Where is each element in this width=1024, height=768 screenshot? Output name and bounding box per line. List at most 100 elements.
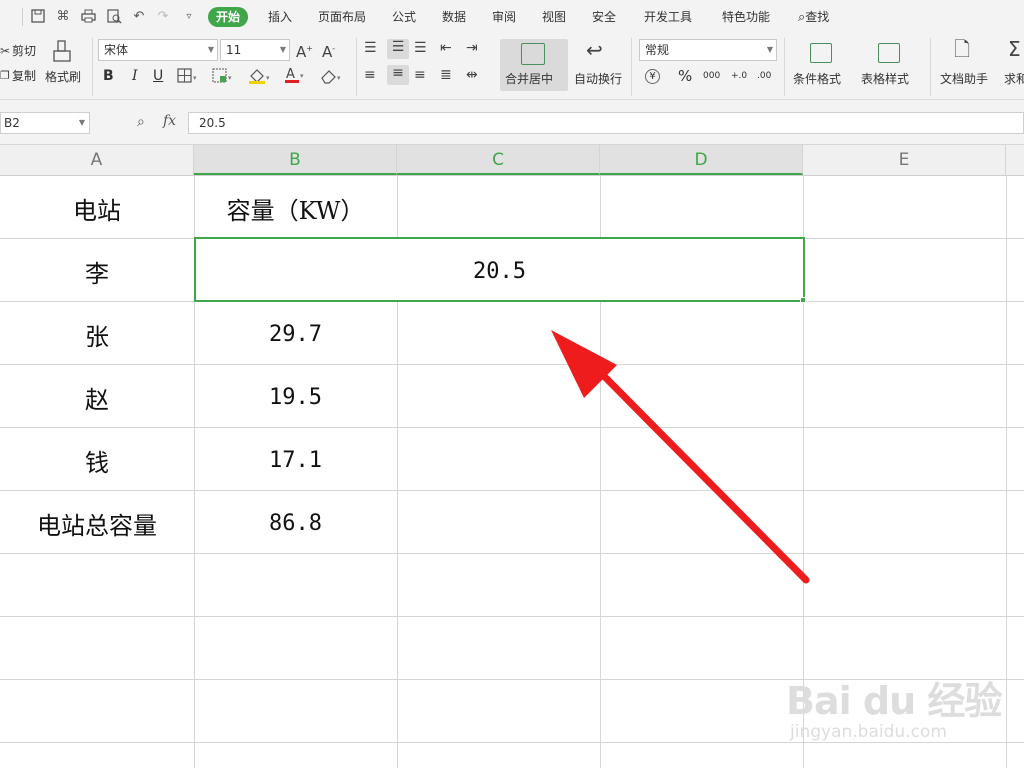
print-preview-icon[interactable] [106, 9, 122, 25]
cell-a2[interactable]: 李 [0, 240, 194, 302]
name-box-value: B2 [4, 116, 20, 130]
merge-center-button[interactable]: 合并居中 [500, 39, 568, 91]
align-bottom-icon[interactable]: ☰ [414, 40, 427, 56]
cell-a4[interactable]: 赵 [0, 366, 194, 428]
cell-b4[interactable]: 19.5 [194, 366, 397, 428]
doc-assistant-icon: 🗋 [954, 37, 971, 61]
italic-button[interactable]: I [132, 69, 138, 83]
redo-icon[interactable]: ↷ [155, 9, 171, 25]
svg-text:▾: ▾ [228, 74, 232, 82]
tab-page-layout[interactable]: 页面布局 [318, 9, 366, 25]
separator [784, 38, 785, 96]
fill-pattern-icon[interactable]: ▾ [212, 68, 234, 88]
distribute-icon[interactable]: ⇹ [466, 67, 478, 83]
cell-a6[interactable]: 电站总容量 [0, 492, 194, 554]
fill-color-icon[interactable]: ▾ [248, 68, 272, 88]
thousands-button[interactable]: 000 [703, 69, 720, 83]
svg-text:▾: ▾ [337, 74, 341, 82]
table-style-icon [878, 43, 900, 63]
clear-format-icon[interactable]: ▾ [320, 68, 344, 88]
align-top-icon[interactable]: ☰ [364, 40, 377, 56]
copy-icon[interactable]: ❐ [0, 68, 10, 84]
doc-assistant-button[interactable]: 🗋 文档助手 [936, 39, 994, 91]
column-header-c[interactable]: C [397, 145, 600, 175]
zoom-formula-icon[interactable]: ⌕ [137, 114, 145, 130]
column-header-a[interactable]: A [0, 145, 194, 175]
font-name-select[interactable]: 宋体 ▼ [98, 39, 218, 61]
align-right-icon[interactable]: ≡ [414, 67, 426, 83]
cell-b5[interactable]: 17.1 [194, 429, 397, 491]
undo-icon[interactable]: ↶ [131, 9, 147, 25]
cell-b3[interactable]: 29.7 [194, 303, 397, 365]
tab-developer[interactable]: 开发工具 [644, 9, 692, 25]
increase-decimal-button[interactable]: +.0 [731, 69, 747, 83]
search-label: 查找 [805, 10, 830, 24]
justify-icon[interactable]: ≣ [440, 67, 452, 83]
increase-indent-icon[interactable]: ⇥ [466, 40, 478, 56]
number-format-select[interactable]: 常规 ▼ [639, 39, 777, 61]
column-header-d[interactable]: D [600, 145, 803, 175]
wrap-text-button[interactable]: ↩ 自动换行 [572, 39, 624, 91]
doc-assistant-label: 文档助手 [940, 72, 989, 86]
brush-icon[interactable]: ⌘ [55, 9, 71, 25]
chevron-down-icon: ▼ [78, 118, 85, 127]
format-painter-button[interactable]: 格式刷 [45, 70, 81, 84]
align-left-icon[interactable]: ≡ [364, 67, 376, 83]
svg-text:A: A [286, 67, 295, 82]
tab-data[interactable]: 数据 [442, 9, 466, 25]
underline-button[interactable]: U [153, 69, 163, 83]
decrease-font-icon[interactable]: A- [322, 41, 335, 60]
increase-font-icon[interactable]: A+ [296, 41, 313, 60]
font-name-value: 宋体 [104, 43, 129, 57]
formula-bar: B2 ▼ ⌕ fx 20.5 [0, 100, 1024, 145]
cell-a3[interactable]: 张 [0, 303, 194, 365]
column-header-b[interactable]: B [194, 145, 397, 175]
scissors-icon[interactable]: ✂ [0, 43, 10, 59]
font-color-icon[interactable]: A ▾ [284, 66, 306, 88]
save-icon[interactable] [30, 9, 46, 25]
table-style-label: 表格样式 [861, 72, 910, 86]
sum-button[interactable]: Σ 求和 [1000, 39, 1024, 91]
align-center-icon[interactable]: ≡ [387, 65, 409, 85]
tab-insert[interactable]: 插入 [268, 9, 292, 25]
fx-icon[interactable]: fx [163, 113, 176, 129]
tab-home[interactable]: 开始 [208, 7, 249, 27]
format-painter-icon[interactable] [52, 40, 72, 67]
cut-button[interactable]: 剪切 [12, 44, 36, 58]
conditional-format-button[interactable]: 条件格式 [790, 39, 852, 91]
formula-input[interactable]: 20.5 [188, 112, 1024, 134]
tab-formulas[interactable]: 公式 [392, 9, 416, 25]
font-size-select[interactable]: 11 ▼ [220, 39, 290, 61]
bold-button[interactable]: B [103, 69, 114, 83]
column-header-f[interactable] [1006, 145, 1024, 175]
svg-text:▾: ▾ [266, 74, 270, 82]
align-middle-icon[interactable]: ☰ [387, 39, 409, 59]
cell-a1[interactable]: 电站 [0, 177, 194, 239]
tab-view[interactable]: 视图 [542, 9, 566, 25]
cell-a5[interactable]: 钱 [0, 429, 194, 491]
table-style-button[interactable]: 表格样式 [858, 39, 922, 91]
copy-button[interactable]: 复制 [12, 69, 36, 83]
decrease-indent-icon[interactable]: ⇤ [440, 40, 452, 56]
separator [930, 38, 931, 96]
cell-b6[interactable]: 86.8 [194, 492, 397, 554]
more-icon[interactable]: ▿ [181, 9, 197, 25]
tab-review[interactable]: 审阅 [492, 9, 516, 25]
print-icon[interactable] [80, 9, 96, 25]
separator [631, 38, 632, 96]
tab-special-features[interactable]: 特色功能 [722, 9, 770, 25]
cell-b1[interactable]: 容量（KW） [194, 177, 397, 239]
column-header-e[interactable]: E [803, 145, 1006, 175]
name-box[interactable]: B2 ▼ [0, 112, 90, 134]
cell-b2[interactable]: 20.5 [194, 240, 805, 302]
separator [92, 38, 93, 96]
border-icon[interactable]: ▾ [177, 68, 199, 88]
currency-button[interactable]: ¥ [645, 69, 660, 84]
search-button[interactable]: ⌕查找 [798, 9, 829, 26]
menu-bar: ⌘ ↶ ↷ ▿ 开始 插入 页面布局 公式 数据 审阅 视图 安全 开发工具 特… [0, 0, 1024, 34]
conditional-format-label: 条件格式 [793, 72, 842, 86]
tab-security[interactable]: 安全 [592, 9, 616, 25]
wrap-text-label: 自动换行 [574, 72, 623, 86]
percent-button[interactable]: % [678, 69, 692, 84]
decrease-decimal-button[interactable]: .00 [757, 69, 771, 83]
